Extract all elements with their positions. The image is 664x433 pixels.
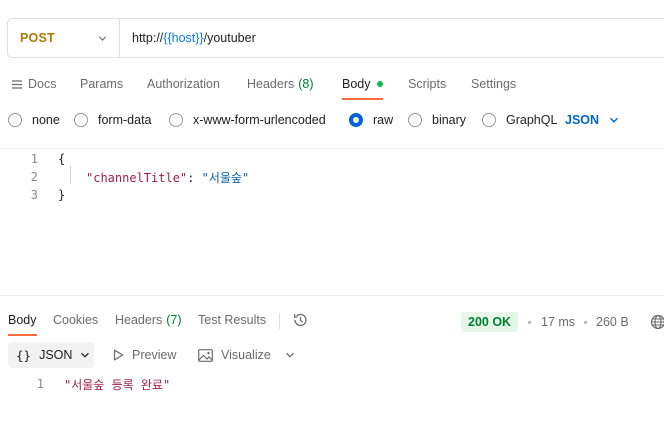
url-input[interactable]: http:// {{host}} /youtuber <box>120 31 256 45</box>
radio-circle <box>408 113 422 127</box>
tab-body[interactable]: Body <box>342 66 383 102</box>
response-tab-test-results[interactable]: Test Results <box>198 305 266 335</box>
response-tab-headers-count: (7) <box>166 313 182 327</box>
preview-label: Preview <box>132 348 177 362</box>
tab-headers-label: Headers <box>247 77 295 91</box>
response-tab-cookies-label: Cookies <box>53 313 99 327</box>
json-key: "channelTitle" <box>86 170 188 185</box>
response-format-dropdown[interactable]: {} JSON <box>8 342 94 368</box>
tab-docs[interactable]: Docs <box>12 66 56 102</box>
chevron-down-icon <box>81 352 90 358</box>
play-icon <box>113 349 124 361</box>
code-text: { <box>58 152 66 166</box>
url-path: /youtuber <box>203 31 256 45</box>
preview-button[interactable]: Preview <box>113 342 176 368</box>
response-tab-cookies[interactable]: Cookies <box>53 305 98 335</box>
chevron-down-icon <box>98 35 107 41</box>
radio-raw[interactable]: raw <box>349 113 393 127</box>
radio-graphql-label: GraphQL <box>506 113 558 127</box>
radio-x-www-form-urlencoded-label: x-www-form-urlencoded <box>193 113 326 127</box>
radio-circle <box>482 113 496 127</box>
line-number: 2 <box>30 170 38 184</box>
response-tab-headers-label: Headers <box>115 313 163 327</box>
tab-params-label: Params <box>80 77 124 91</box>
method-selector[interactable]: POST <box>8 19 120 57</box>
tab-params[interactable]: Params <box>80 66 123 102</box>
request-body-editor[interactable]: 1 { 2 "channelTitle": "서울숲" 3 } <box>0 148 664 296</box>
response-size[interactable]: 260 B <box>596 312 629 332</box>
radio-none[interactable]: none <box>8 113 60 127</box>
response-toolbar: {} JSON Preview Visualize <box>0 342 664 368</box>
response-tab-headers[interactable]: Headers (7) <box>115 305 182 335</box>
response-tabs: Body Cookies Headers (7) Test Results 20… <box>0 305 664 336</box>
tab-docs-label: Docs <box>28 77 57 91</box>
radio-x-www-form-urlencoded[interactable]: x-www-form-urlencoded <box>169 113 326 127</box>
radio-none-label: none <box>32 113 60 127</box>
body-type-selector: none form-data x-www-form-urlencoded raw… <box>0 106 664 134</box>
radio-form-data-label: form-data <box>98 113 152 127</box>
globe-icon[interactable] <box>650 314 664 330</box>
meta-dot <box>528 321 531 324</box>
line-number: 1 <box>36 377 44 391</box>
radio-binary-label: binary <box>432 113 467 127</box>
tab-authorization[interactable]: Authorization <box>147 66 220 102</box>
radio-raw-label: raw <box>373 113 394 127</box>
radio-binary[interactable]: binary <box>408 113 466 127</box>
request-url-bar: POST http:// {{host}} /youtuber <box>7 18 664 58</box>
url-prefix: http:// <box>132 31 164 45</box>
tab-scripts-label: Scripts <box>408 77 447 91</box>
docs-icon <box>12 79 22 89</box>
body-format-label: JSON <box>565 113 600 127</box>
response-body-viewer[interactable]: 1 "서울숲 등록 완료" <box>0 375 664 393</box>
body-modified-dot <box>376 81 383 87</box>
tab-body-label: Body <box>342 77 371 91</box>
url-variable: {{host}} <box>163 31 204 45</box>
image-icon <box>198 348 213 362</box>
line-number: 3 <box>30 188 38 202</box>
visualize-label: Visualize <box>221 348 271 362</box>
braces-icon: {} <box>16 347 32 363</box>
response-format-label: JSON <box>39 348 73 362</box>
json-separator: : <box>187 170 202 185</box>
history-icon[interactable] <box>292 312 308 328</box>
tab-authorization-label: Authorization <box>147 77 220 91</box>
code-text: } <box>58 188 66 202</box>
radio-graphql[interactable]: GraphQL <box>482 113 557 127</box>
tab-headers[interactable]: Headers (8) <box>247 66 314 102</box>
line-number: 1 <box>30 152 38 166</box>
radio-circle <box>74 113 88 127</box>
response-time[interactable]: 17 ms <box>541 312 575 332</box>
code-text: "channelTitle": "서울숲" <box>86 169 249 186</box>
tab-settings[interactable]: Settings <box>471 66 516 102</box>
radio-circle-selected <box>349 113 363 127</box>
tab-headers-count: (8) <box>298 77 314 91</box>
chevron-down-icon[interactable] <box>285 350 295 360</box>
divider <box>279 313 280 329</box>
body-format-dropdown[interactable]: JSON <box>565 113 619 127</box>
method-label: POST <box>20 31 55 45</box>
tab-settings-label: Settings <box>471 77 517 91</box>
response-tab-test-results-label: Test Results <box>198 313 267 327</box>
meta-dot <box>584 321 587 324</box>
radio-circle <box>8 113 22 127</box>
radio-circle <box>169 113 183 127</box>
indent-guide <box>70 166 71 184</box>
status-badge[interactable]: 200 OK <box>461 312 519 332</box>
tab-scripts[interactable]: Scripts <box>408 66 446 102</box>
radio-form-data[interactable]: form-data <box>74 113 152 127</box>
response-tab-body-label: Body <box>8 313 37 327</box>
visualize-button[interactable]: Visualize <box>198 342 271 368</box>
request-tabs: Docs Params Authorization Headers (8) Bo… <box>0 66 664 102</box>
chevron-down-icon <box>610 117 619 123</box>
response-text: "서울숲 등록 완료" <box>64 377 171 392</box>
response-tab-body[interactable]: Body <box>8 305 37 336</box>
json-value: "서울숲" <box>201 170 250 185</box>
